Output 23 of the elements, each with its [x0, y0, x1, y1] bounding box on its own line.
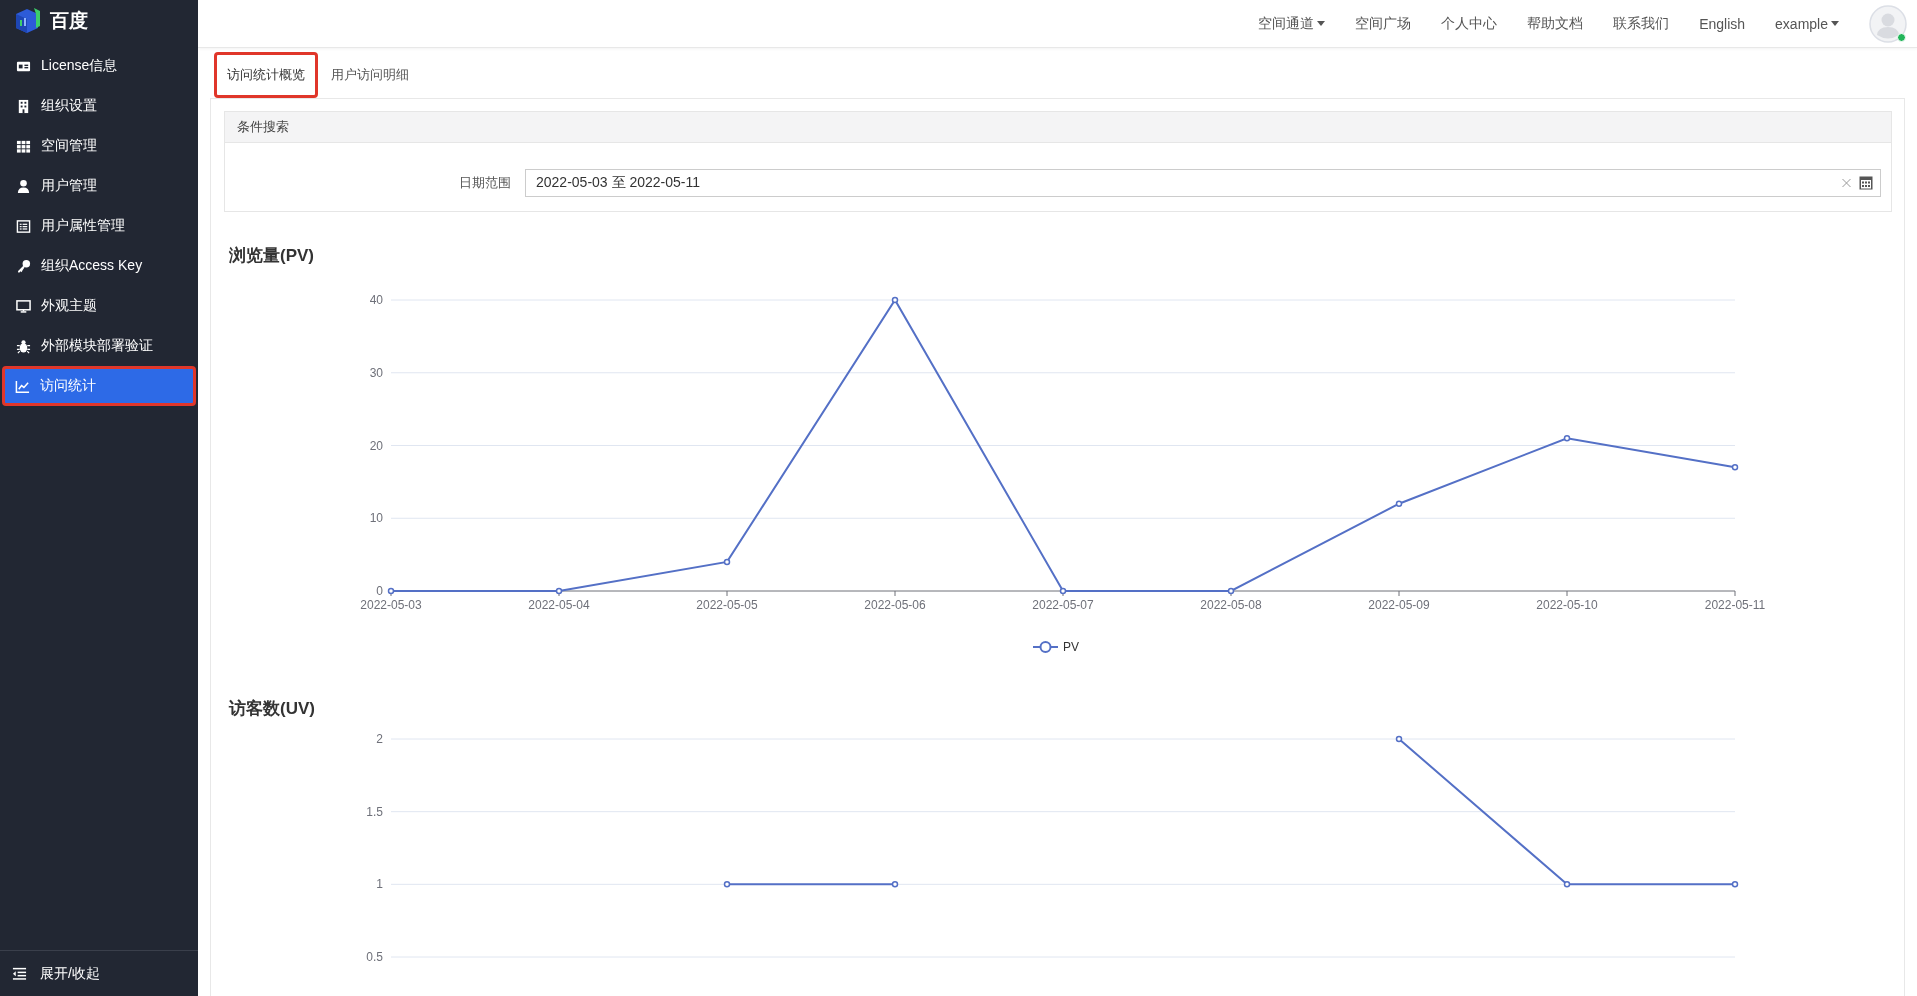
x-tick-label: 2022-05-06 [864, 598, 926, 612]
chart-title: 浏览量(PV) [229, 245, 314, 267]
y-tick-label: 1 [376, 877, 383, 892]
y-tick-label: 2 [376, 732, 383, 746]
panel-title: 条件搜索 [237, 118, 289, 136]
x-tick-label: 2022-05-03 [360, 598, 422, 612]
x-tick-label: 2022-05-09 [1368, 598, 1430, 612]
x-tick-label: 2022-05-10 [1536, 598, 1598, 612]
x-tick-label: 2022-05-07 [1032, 598, 1094, 612]
x-tick-label: 2022-05-05 [696, 598, 758, 612]
chart-title: 访客数(UV) [229, 698, 315, 720]
x-tick-label: 2022-05-04 [528, 598, 590, 612]
y-tick-label: 0.5 [366, 950, 383, 964]
y-tick-label: 30 [369, 365, 383, 380]
y-tick-label: 1.5 [366, 804, 383, 819]
x-tick-label: 2022-05-11 [1704, 598, 1766, 612]
y-tick-label: 0 [376, 584, 383, 598]
y-tick-label: 10 [369, 511, 383, 526]
x-tick-label: 2022-05-08 [1200, 598, 1262, 612]
y-tick-label: 40 [369, 293, 383, 307]
y-tick-label: 20 [369, 438, 383, 453]
field-label: 日期范围 [458, 174, 512, 192]
brand-name: 百度 [50, 9, 88, 33]
